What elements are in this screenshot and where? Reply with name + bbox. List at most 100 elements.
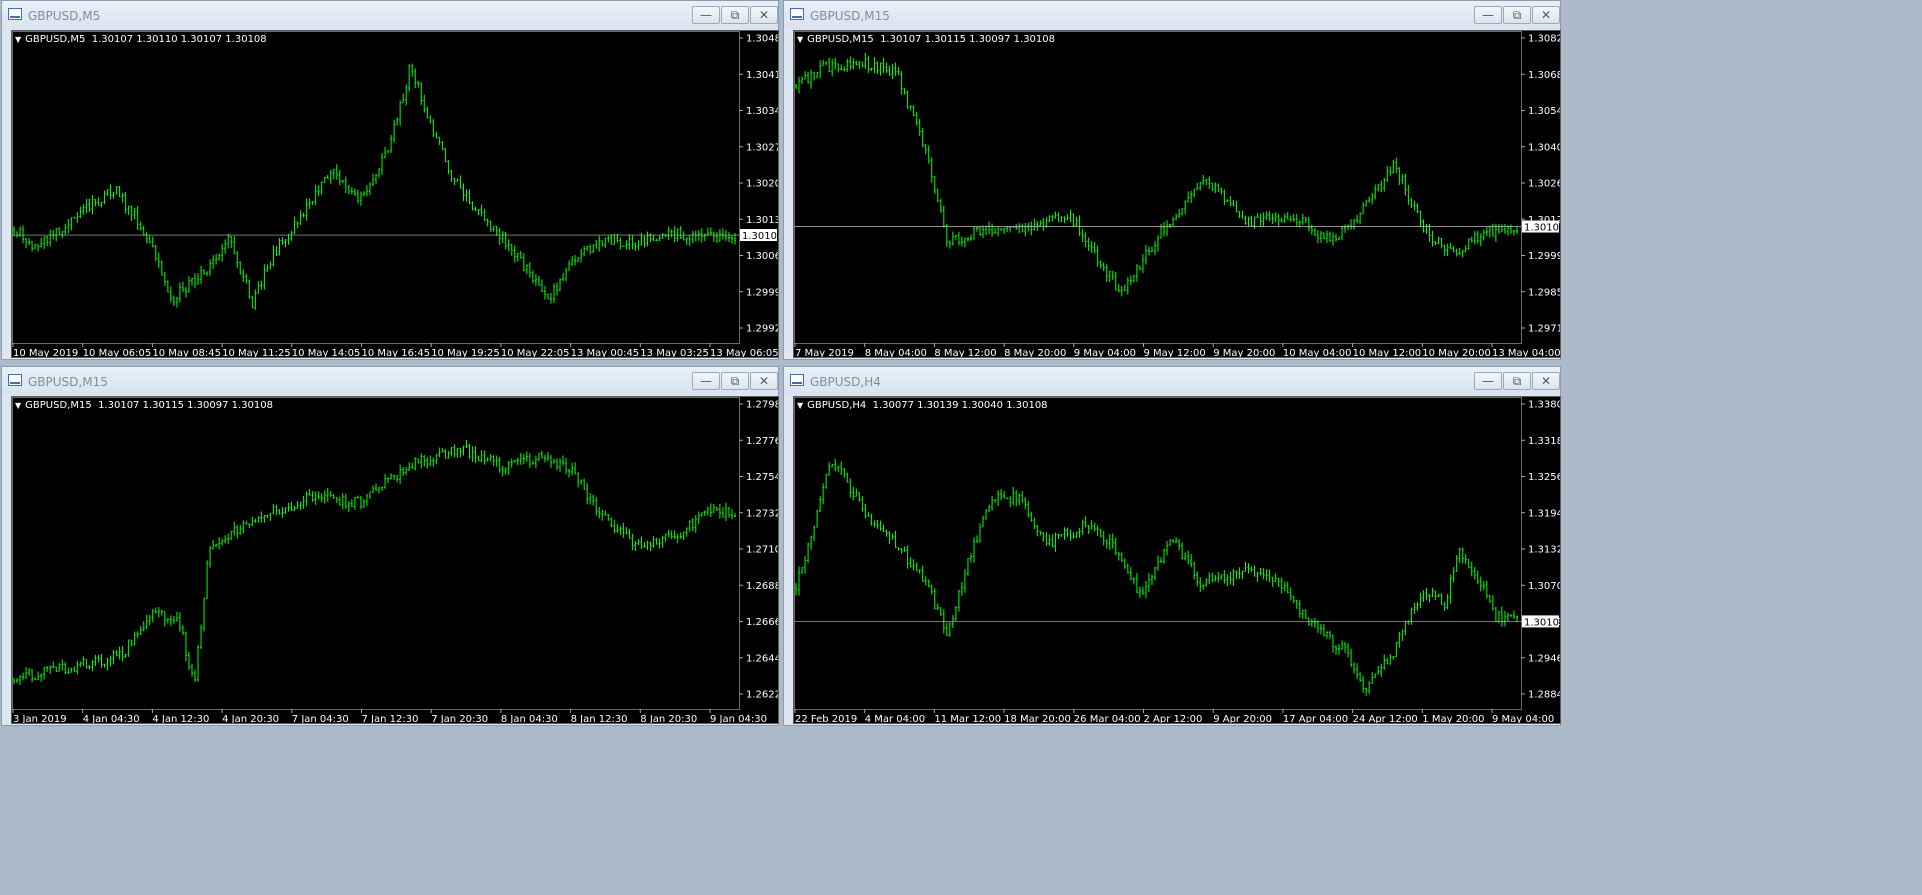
x-tick-label: 7 Jan 04:30 — [292, 714, 349, 723]
close-button[interactable]: ✕ — [750, 372, 778, 390]
y-tick-label: 1.26220 — [746, 690, 778, 701]
chart-window-gbpusd-m5[interactable]: GBPUSD,M5 — ⧉ ✕ 1.304801.304101.303401.3… — [1, 0, 779, 360]
y-tick-label: 1.30405 — [1528, 142, 1560, 153]
y-tick-label: 1.27980 — [746, 400, 778, 411]
x-tick-label: 7 Jan 20:30 — [431, 714, 488, 723]
y-tick-label: 1.29920 — [746, 324, 778, 335]
x-tick-label: 8 Jan 12:30 — [571, 714, 628, 723]
x-tick-label: 10 May 06:05 — [83, 348, 152, 357]
y-tick-label: 1.30265 — [1528, 179, 1560, 190]
symbol-info: ▼ GBPUSD,M15 1.30107 1.30115 1.30097 1.30… — [15, 400, 273, 411]
dropdown-triangle-icon[interactable]: ▼ — [15, 35, 21, 44]
restore-button[interactable]: ⧉ — [1503, 372, 1531, 390]
chart-window-icon — [790, 8, 804, 20]
chart-window-icon — [8, 8, 22, 20]
chart-window-icon — [8, 374, 22, 386]
y-tick-label: 1.29715 — [1528, 324, 1560, 335]
x-tick-label: 11 Mar 12:00 — [934, 714, 1001, 723]
symbol-label: GBPUSD,M15 — [25, 400, 92, 411]
price-chart[interactable]: 1.30820 1.30680 1.30540 1.30405 1.30265 1.301… — [793, 30, 1561, 358]
y-tick-label: 1.30060 — [746, 251, 778, 262]
x-tick-label: 18 Mar 20:00 — [1004, 714, 1071, 723]
x-tick-label: 9 May 20:00 — [1213, 348, 1275, 357]
y-tick-label: 1.27760 — [746, 436, 778, 447]
current-price-label: 1.30108 — [1524, 617, 1560, 628]
y-tick-label: 1.30130 — [746, 215, 778, 226]
symbol-label: GBPUSD,M15 — [807, 34, 874, 45]
price-chart[interactable]: 1.30480 1.30410 1.30340 1.30270 1.30200 1.301… — [11, 30, 779, 358]
minimize-button[interactable]: — — [1474, 6, 1502, 24]
window-title-bar[interactable]: GBPUSD,M15 — ⧉ ✕ — [784, 1, 1560, 29]
minimize-button[interactable]: — — [692, 372, 720, 390]
chart-window-gbpusd-m15-jan[interactable]: GBPUSD,M15 — ⧉ ✕ 1.279801.277601.275401.… — [1, 366, 779, 726]
x-tick-label: 1 May 20:00 — [1422, 714, 1484, 723]
plot-frame — [12, 31, 740, 344]
chart-window-icon — [790, 374, 804, 386]
close-button[interactable]: ✕ — [1532, 372, 1560, 390]
dropdown-triangle-icon[interactable]: ▼ — [797, 35, 803, 44]
y-tick-label: 1.26660 — [746, 617, 778, 628]
x-tick-label: 9 Apr 20:00 — [1213, 714, 1272, 723]
x-tick-label: 17 Apr 04:00 — [1283, 714, 1348, 723]
x-tick-label: 4 Jan 12:30 — [152, 714, 209, 723]
y-tick-label: 1.26880 — [746, 581, 778, 592]
x-tick-label: 9 May 04:00 — [1074, 348, 1136, 357]
x-tick-label: 8 May 12:00 — [934, 348, 996, 357]
y-tick-label: 1.26440 — [746, 653, 778, 664]
y-tick-label: 1.27320 — [746, 508, 778, 519]
candlestick-chart[interactable]: 1.33805 1.33185 1.32565 1.31945 1.31325 1.307… — [794, 397, 1560, 723]
y-tick-label: 1.30410 — [746, 70, 778, 81]
x-tick-label: 10 May 11:25 — [222, 348, 291, 357]
window-title: GBPUSD,M15 — [28, 375, 108, 389]
y-tick-label: 1.30820 — [1528, 34, 1560, 45]
y-tick-label: 1.30200 — [746, 179, 778, 190]
price-chart[interactable]: 1.27980 1.27760 1.27540 1.27320 1.27100 1.268… — [11, 396, 779, 724]
y-tick-label: 1.29990 — [1528, 251, 1560, 262]
y-tick-label: 1.30680 — [1528, 70, 1560, 81]
plot-frame — [12, 397, 740, 710]
x-tick-label: 4 Jan 20:30 — [222, 714, 279, 723]
x-tick-label: 4 Mar 04:00 — [865, 714, 925, 723]
x-tick-label: 10 May 16:45 — [362, 348, 431, 357]
y-tick-label: 1.29465 — [1528, 653, 1560, 664]
window-title-bar[interactable]: GBPUSD,H4 — ⧉ ✕ — [784, 367, 1560, 395]
restore-button[interactable]: ⧉ — [1503, 6, 1531, 24]
chart-window-gbpusd-m15-may[interactable]: GBPUSD,M15 — ⧉ ✕ 1.308201.306801.305401.… — [783, 0, 1561, 360]
window-title: GBPUSD,M15 — [810, 9, 890, 23]
restore-button[interactable]: ⧉ — [721, 372, 749, 390]
candlestick-chart[interactable]: 1.30480 1.30410 1.30340 1.30270 1.30200 1.301… — [12, 31, 778, 357]
y-tick-label: 1.30270 — [746, 142, 778, 153]
x-tick-label: 7 Jan 12:30 — [362, 714, 419, 723]
dropdown-triangle-icon[interactable]: ▼ — [15, 401, 21, 410]
x-tick-label: 24 Apr 12:00 — [1353, 714, 1418, 723]
x-tick-label: 10 May 14:05 — [292, 348, 361, 357]
x-tick-label: 8 May 20:00 — [1004, 348, 1066, 357]
x-tick-label: 22 Feb 2019 — [795, 714, 857, 723]
y-tick-label: 1.33805 — [1528, 400, 1560, 411]
minimize-button[interactable]: — — [692, 6, 720, 24]
window-title-bar[interactable]: GBPUSD,M5 — ⧉ ✕ — [2, 1, 778, 29]
x-tick-label: 10 May 19:25 — [431, 348, 500, 357]
minimize-button[interactable]: — — [1474, 372, 1502, 390]
symbol-info: ▼ GBPUSD,M15 1.30107 1.30115 1.30097 1.30… — [797, 34, 1055, 45]
window-title: GBPUSD,M5 — [28, 9, 101, 23]
plot-frame — [794, 397, 1522, 710]
y-tick-label: 1.30480 — [746, 34, 778, 45]
x-tick-label: 26 Mar 04:00 — [1074, 714, 1141, 723]
close-button[interactable]: ✕ — [750, 6, 778, 24]
candlestick-chart[interactable]: 1.27980 1.27760 1.27540 1.27320 1.27100 1.268… — [12, 397, 778, 723]
close-button[interactable]: ✕ — [1532, 6, 1560, 24]
candlestick-chart[interactable]: 1.30820 1.30680 1.30540 1.30405 1.30265 1.301… — [794, 31, 1560, 357]
ohlc-values: 1.30107 1.30115 1.30097 1.30108 — [880, 34, 1056, 45]
current-price-label: 1.30108 — [742, 231, 778, 242]
y-tick-label: 1.31325 — [1528, 545, 1560, 556]
dropdown-triangle-icon[interactable]: ▼ — [797, 401, 803, 410]
restore-button[interactable]: ⧉ — [721, 6, 749, 24]
y-tick-label: 1.31945 — [1528, 508, 1560, 519]
symbol-label: GBPUSD,M5 — [25, 34, 86, 45]
chart-window-gbpusd-h4[interactable]: GBPUSD,H4 — ⧉ ✕ 1.338051.331851.325651.3… — [783, 366, 1561, 726]
price-chart[interactable]: 1.33805 1.33185 1.32565 1.31945 1.31325 1.307… — [793, 396, 1561, 724]
x-tick-label: 10 May 12:00 — [1353, 348, 1422, 357]
window-title-bar[interactable]: GBPUSD,M15 — ⧉ ✕ — [2, 367, 778, 395]
window-title: GBPUSD,H4 — [810, 375, 881, 389]
